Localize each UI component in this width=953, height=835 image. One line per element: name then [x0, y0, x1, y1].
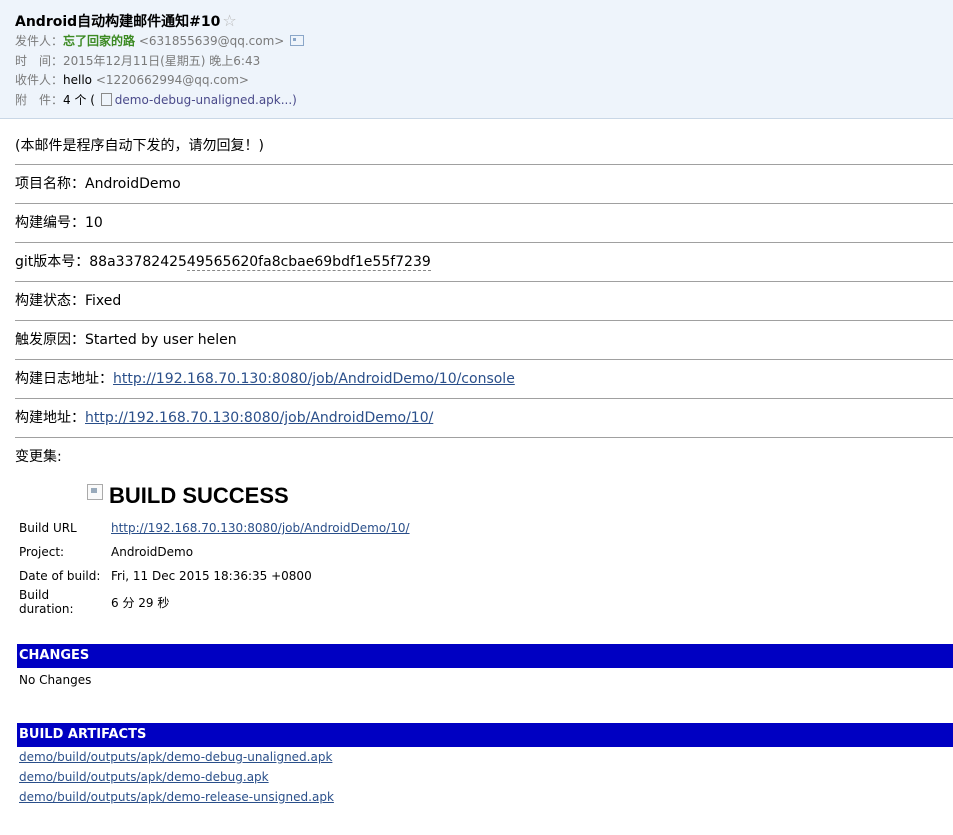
changeset-row: 变更集:: [15, 438, 953, 476]
report-build-url-link[interactable]: http://192.168.70.130:8080/job/AndroidDe…: [111, 521, 410, 535]
report-date-value: Fri, 11 Dec 2015 18:36:35 +0800: [111, 569, 312, 583]
changeset-label: 变更集:: [15, 449, 62, 465]
trigger-cause-label: 触发原因：: [15, 332, 85, 348]
time-label: 时 间：: [15, 53, 64, 68]
build-status-row: 构建状态：Fixed: [15, 282, 953, 321]
from-line: 发件人：忘了回家的路 <631855639@qq.com>: [15, 32, 938, 52]
build-url-link[interactable]: http://192.168.70.130:8080/job/AndroidDe…: [85, 410, 433, 426]
recipient-email: <1220662994@qq.com>: [95, 73, 249, 87]
artifacts-heading: BUILD ARTIFACTS: [17, 723, 953, 747]
list-item: demo/build/outputs/apk/demo-debug.apk: [15, 767, 953, 787]
notice-text: (本邮件是程序自动下发的，请勿回复！): [15, 138, 264, 154]
changes-heading: CHANGES: [17, 644, 953, 668]
mail-header: Android自动构建邮件通知#10 ☆ 发件人：忘了回家的路 <63185563…: [0, 0, 953, 119]
mail-body: (本邮件是程序自动下发的，请勿回复！) 项目名称：AndroidDemo 构建编…: [0, 119, 953, 807]
project-label: 项目名称：: [15, 176, 85, 192]
mail-subject: Android自动构建邮件通知#10 ☆: [15, 10, 938, 32]
broken-image-icon: [87, 484, 103, 500]
file-icon: [100, 92, 112, 106]
to-line: 收件人：hello <1220662994@qq.com>: [15, 71, 938, 91]
time-value: 2015年12月11日(星期五) 晚上6:43: [63, 53, 261, 68]
git-revision-value-a: 88a33782425: [89, 254, 187, 270]
subject-text: Android自动构建邮件通知#10: [15, 14, 221, 30]
git-revision-value-b[interactable]: 49565620fa8cbae69bdf1e55f7239: [186, 254, 431, 271]
attachment-line: 附 件：4 个 ( demo-debug-unaligned.apk...): [15, 91, 938, 111]
build-url-row: 构建地址：http://192.168.70.130:8080/job/Andr…: [15, 399, 953, 438]
changes-text: No Changes: [19, 673, 92, 687]
attachment-count: 4 个 (: [63, 92, 95, 107]
date-key: Date of build:: [19, 569, 101, 583]
build-log-link[interactable]: http://192.168.70.130:8080/job/AndroidDe…: [113, 371, 515, 387]
build-url-label: 构建地址：: [15, 410, 85, 426]
trigger-cause-row: 触发原因：Started by user helen: [15, 321, 953, 360]
build-number-value: 10: [85, 215, 103, 231]
project-value: AndroidDemo: [85, 176, 181, 192]
project-key: Project:: [19, 545, 65, 559]
attachment-link[interactable]: demo-debug-unaligned.apk...): [115, 93, 297, 107]
table-row: Build URL http://192.168.70.130:8080/job…: [16, 516, 413, 540]
trigger-cause-value: Started by user helen: [85, 332, 237, 348]
build-log-row: 构建日志地址：http://192.168.70.130:8080/job/An…: [15, 360, 953, 399]
notice-row: (本邮件是程序自动下发的，请勿回复！): [15, 119, 953, 165]
sender-name[interactable]: 忘了回家的路: [63, 34, 135, 48]
from-label: 发件人：: [15, 34, 64, 48]
list-item: demo/build/outputs/apk/demo-release-unsi…: [15, 787, 953, 807]
build-info-table: Build URL http://192.168.70.130:8080/job…: [16, 516, 413, 616]
git-revision-row: git版本号：88a3378242549565620fa8cbae69bdf1e…: [15, 243, 953, 282]
to-label: 收件人：: [15, 73, 64, 87]
table-row: Date of build: Fri, 11 Dec 2015 18:36:35…: [16, 564, 413, 588]
recipient-name[interactable]: hello: [63, 73, 92, 87]
build-status-label: 构建状态：: [15, 293, 85, 309]
sender-email: <631855639@qq.com>: [138, 34, 285, 48]
build-status-value: Fixed: [85, 293, 122, 309]
report-project-value: AndroidDemo: [111, 545, 194, 559]
build-url-key: Build URL: [19, 521, 77, 535]
table-row: Project: AndroidDemo: [16, 540, 413, 564]
build-status-heading: BUILD SUCCESS: [87, 480, 953, 512]
table-row: Build duration: 6 分 29 秒: [16, 588, 413, 616]
project-row: 项目名称：AndroidDemo: [15, 165, 953, 204]
report-duration-value: 6 分 29 秒: [111, 595, 170, 610]
git-revision-label: git版本号：: [15, 254, 90, 270]
list-item: demo/build/outputs/apk/demo-debug-unalig…: [15, 747, 953, 767]
time-line: 时 间：2015年12月11日(星期五) 晚上6:43: [15, 52, 938, 72]
duration-key: Build duration:: [19, 588, 74, 616]
contact-card-icon[interactable]: [290, 35, 305, 46]
artifact-link[interactable]: demo/build/outputs/apk/demo-debug.apk: [19, 770, 269, 784]
artifact-link[interactable]: demo/build/outputs/apk/demo-debug-unalig…: [19, 750, 332, 764]
artifact-link[interactable]: demo/build/outputs/apk/demo-release-unsi…: [19, 790, 334, 804]
build-result-title: BUILD SUCCESS: [109, 483, 289, 508]
build-number-label: 构建编号：: [15, 215, 85, 231]
build-number-row: 构建编号：10: [15, 204, 953, 243]
attachment-label: 附 件：: [15, 92, 64, 107]
star-icon[interactable]: ☆: [222, 11, 236, 30]
build-log-label: 构建日志地址：: [15, 371, 113, 387]
